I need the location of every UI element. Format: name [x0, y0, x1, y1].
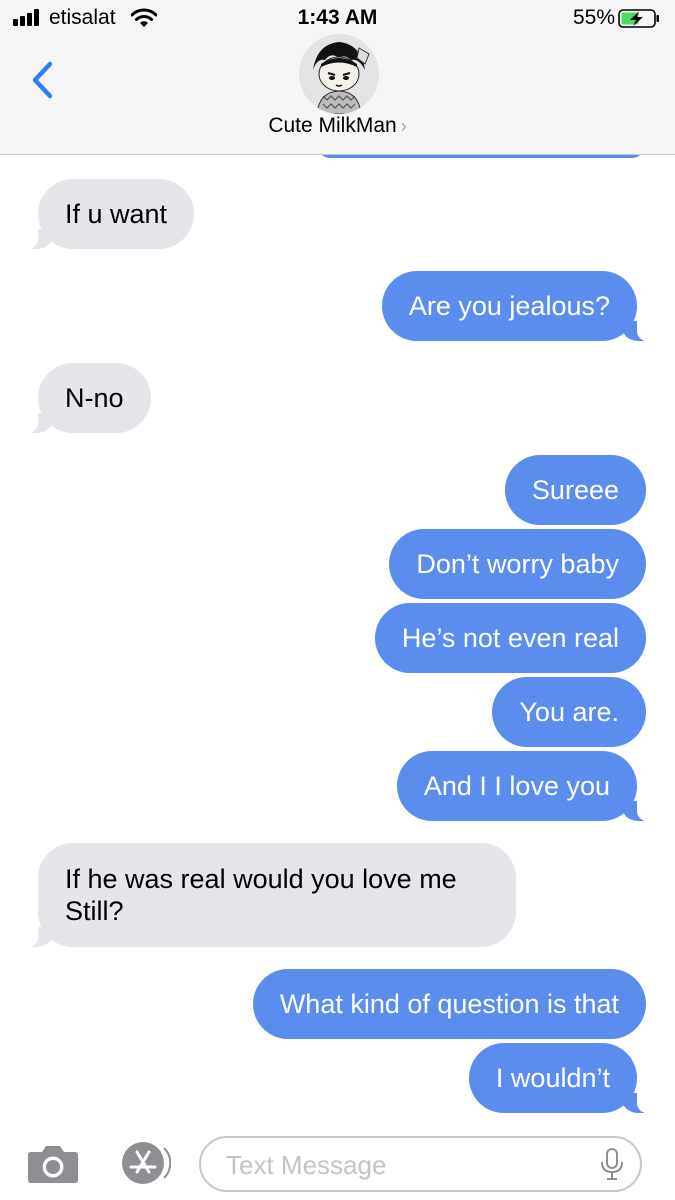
- message-text: N-no: [65, 383, 124, 413]
- chevron-right-icon: ›: [400, 116, 407, 136]
- message-bubble-outgoing[interactable]: Sureee: [504, 455, 646, 525]
- text-field-placeholder: Text Message: [226, 1150, 387, 1180]
- avatar-chibi-image: [299, 34, 379, 114]
- message-text: Don’t worry baby: [416, 549, 619, 579]
- message-text: If u want: [65, 199, 168, 229]
- message-text: And I I love you: [423, 771, 610, 801]
- message-bubble-incoming[interactable]: If u want: [25, 179, 195, 249]
- status-bar: etisalat 1:43 AM 55%: [0, 0, 675, 36]
- message-bubble-outgoing[interactable]: Are you jealous?: [381, 271, 650, 341]
- message-bubble-outgoing[interactable]: You are.: [492, 677, 646, 747]
- camera-icon[interactable]: [27, 1142, 79, 1184]
- microphone-icon[interactable]: [599, 1147, 625, 1181]
- message-text-field[interactable]: Text Message: [199, 1136, 642, 1192]
- message-text: I wouldn’t: [495, 1063, 610, 1093]
- message-text: Are you jealous?: [408, 291, 610, 321]
- app-store-icon[interactable]: [117, 1140, 171, 1186]
- message-text: What kind of question is that: [279, 989, 619, 1019]
- message-bubble-outgoing[interactable]: He’s not even real: [374, 603, 646, 673]
- message-bubble-outgoing[interactable]: I wouldn’t: [468, 1043, 650, 1113]
- contact-avatar[interactable]: [299, 34, 379, 114]
- back-chevron-icon[interactable]: [28, 60, 60, 100]
- battery-charging-icon: [618, 9, 659, 28]
- message-text: You are.: [519, 697, 619, 727]
- message-bubble-incoming[interactable]: N-no: [26, 363, 151, 433]
- message-text: He’s not even real: [401, 623, 619, 653]
- contact-name-button[interactable]: Cute MilkMan ›: [0, 114, 675, 138]
- message-bubble-outgoing[interactable]: And I I love you: [396, 751, 650, 821]
- battery-percent: 55%: [572, 6, 615, 29]
- message-text: If he was real would you love me Still?: [65, 864, 457, 926]
- conversation-header: etisalat 1:43 AM 55% Cute MilkMan ›: [0, 0, 675, 155]
- message-bubble-outgoing[interactable]: What kind of question is that: [252, 969, 646, 1039]
- contact-name: Cute MilkMan: [268, 114, 397, 137]
- message-bubble-outgoing[interactable]: Don’t worry baby: [389, 529, 646, 599]
- message-bubble-incoming[interactable]: If he was real would you love me Still?: [26, 843, 516, 947]
- message-text: Sureee: [531, 475, 619, 505]
